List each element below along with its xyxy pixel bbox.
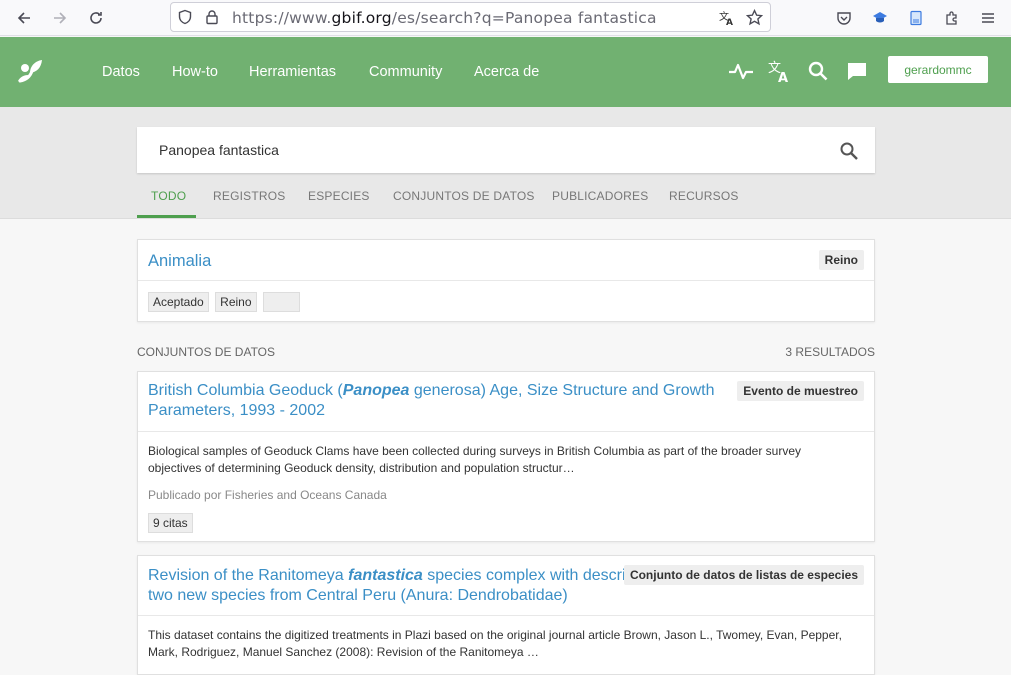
language-icon[interactable]: 文A bbox=[767, 58, 793, 89]
taxon-chips: Aceptado Reino bbox=[148, 292, 302, 312]
dataset-tags: 9 citas bbox=[148, 513, 195, 533]
search-icon[interactable] bbox=[807, 60, 829, 87]
tab-conjuntos-de-datos[interactable]: CONJUNTOS DE DATOS bbox=[393, 189, 535, 203]
dataset-type-badge: Conjunto de datos de listas de especies bbox=[623, 565, 864, 585]
dataset-title-part: Revision of the Ranitomeya bbox=[148, 567, 349, 584]
tab-registros[interactable]: REGISTROS bbox=[213, 189, 285, 203]
extensions-puzzle-icon[interactable] bbox=[940, 6, 964, 30]
forward-icon[interactable] bbox=[48, 6, 72, 30]
dataset-description: Biological samples of Geoduck Clams have… bbox=[148, 444, 801, 475]
datasets-result-count: 3 RESULTADOS bbox=[785, 345, 875, 359]
activity-pulse-icon[interactable] bbox=[728, 59, 754, 88]
back-icon[interactable] bbox=[12, 6, 36, 30]
tab-publicadores[interactable]: PUBLICADORES bbox=[552, 189, 648, 203]
dataset-type-badge: Evento de muestreo bbox=[737, 381, 864, 401]
nav-item-how-to[interactable]: How-to bbox=[172, 64, 218, 80]
taxon-title[interactable]: Animalia bbox=[148, 251, 211, 271]
nav-item-herramientas[interactable]: Herramientas bbox=[249, 64, 336, 80]
search-submit-icon[interactable] bbox=[839, 141, 859, 166]
feedback-chat-icon[interactable] bbox=[846, 61, 868, 88]
pocket-icon[interactable] bbox=[832, 6, 856, 30]
url-bar[interactable]: https://www.gbif.org/es/search?q=Panopea… bbox=[170, 2, 771, 32]
rank-chip: Reino bbox=[215, 292, 257, 312]
status-chip: Aceptado bbox=[148, 292, 209, 312]
menu-hamburger-icon[interactable] bbox=[976, 6, 1000, 30]
bookmark-star-icon[interactable] bbox=[745, 8, 764, 31]
dataset-card: British Columbia Geoduck (Panopea genero… bbox=[137, 371, 875, 542]
nav-item-datos[interactable]: Datos bbox=[102, 64, 140, 80]
dataset-title[interactable]: British Columbia Geoduck (Panopea genero… bbox=[148, 381, 728, 421]
dataset-card-header: British Columbia Geoduck (Panopea genero… bbox=[138, 372, 874, 432]
empty-chip bbox=[262, 292, 300, 312]
user-account-button[interactable]: gerardommc bbox=[888, 56, 988, 83]
citations-chip[interactable]: 9 citas bbox=[148, 513, 193, 533]
dataset-title-part: British Columbia Geoduck ( bbox=[148, 382, 343, 399]
dataset-card-header: Revision of the Ranitomeya fantastica sp… bbox=[138, 556, 874, 616]
dataset-description: This dataset contains the digitized trea… bbox=[148, 628, 842, 659]
url-domain: gbif.org bbox=[331, 9, 392, 27]
search-input[interactable]: Panopea fantastica bbox=[137, 127, 875, 173]
dataset-title-italic: Panopea bbox=[342, 382, 410, 399]
taxon-rank-badge: Reino bbox=[818, 250, 864, 270]
dataset-title[interactable]: Revision of the Ranitomeya fantastica sp… bbox=[148, 566, 688, 606]
dataset-card: Revision of the Ranitomeya fantastica sp… bbox=[137, 555, 875, 675]
shield-icon[interactable] bbox=[177, 9, 193, 30]
svg-text:A: A bbox=[726, 18, 733, 27]
url-prefix: https://www. bbox=[232, 9, 332, 27]
translate-page-icon[interactable]: 文A bbox=[718, 9, 736, 32]
tab-recursos[interactable]: RECURSOS bbox=[669, 189, 739, 203]
browser-toolbar: https://www.gbif.org/es/search?q=Panopea… bbox=[0, 0, 1011, 36]
tab-todo[interactable]: TODO bbox=[151, 189, 186, 203]
active-tab-indicator bbox=[137, 215, 196, 218]
nav-item-community[interactable]: Community bbox=[369, 64, 442, 80]
url-path: /es/search?q=Panopea fantastica bbox=[391, 9, 657, 27]
nav-item-acerca-de[interactable]: Acerca de bbox=[474, 64, 539, 80]
taxon-card: Animalia Reino Aceptado Reino bbox=[137, 239, 875, 322]
taxon-card-header: Animalia Reino bbox=[138, 240, 874, 281]
extension-cap-icon[interactable] bbox=[868, 6, 892, 30]
document-icon[interactable] bbox=[904, 6, 928, 30]
site-navbar: Datos How-to Herramientas Community Acer… bbox=[0, 37, 1011, 107]
tab-especies[interactable]: ESPECIES bbox=[308, 189, 370, 203]
reload-icon[interactable] bbox=[84, 6, 108, 30]
search-area: Panopea fantastica TODO REGISTROS ESPECI… bbox=[0, 107, 1011, 219]
dataset-publisher[interactable]: Publicado por Fisheries and Oceans Canad… bbox=[148, 488, 387, 502]
url-text[interactable]: https://www.gbif.org/es/search?q=Panopea… bbox=[232, 9, 657, 27]
datasets-section-heading: CONJUNTOS DE DATOS bbox=[137, 345, 276, 359]
search-query-text[interactable]: Panopea fantastica bbox=[159, 142, 279, 158]
svg-text:A: A bbox=[778, 71, 788, 84]
gbif-logo-icon[interactable] bbox=[16, 57, 46, 92]
dataset-title-italic: fantastica bbox=[348, 567, 423, 584]
lock-icon[interactable] bbox=[204, 9, 220, 30]
